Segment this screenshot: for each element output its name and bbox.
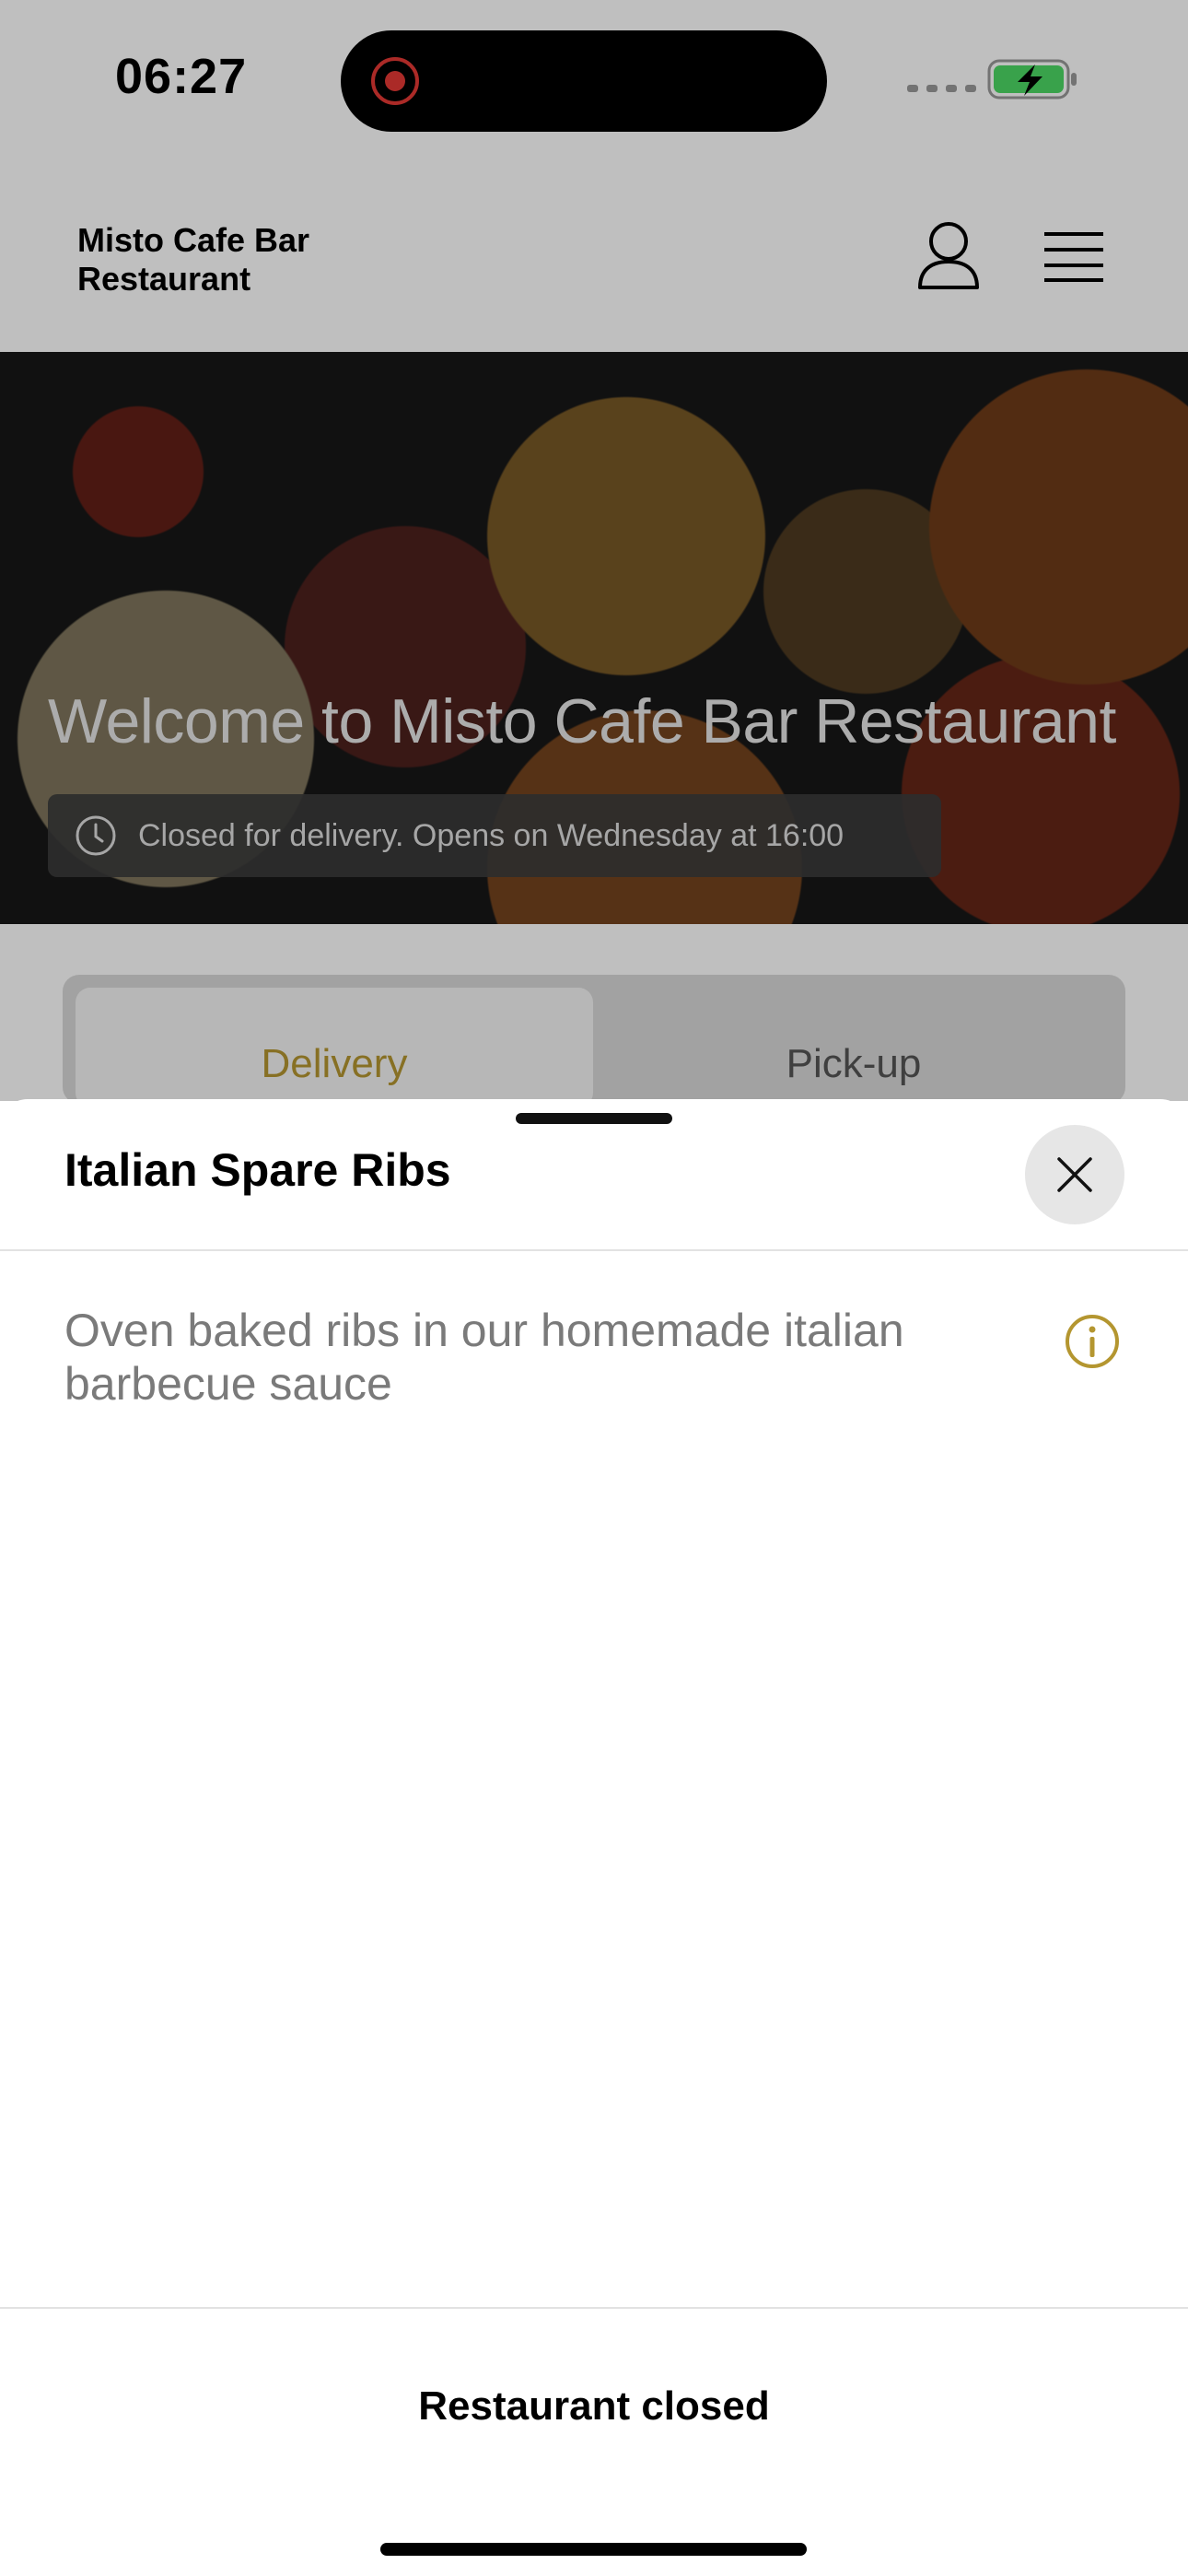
item-description: Oven baked ribs in our homemade italian … bbox=[64, 1305, 904, 1410]
restaurant-closed-label: Restaurant closed bbox=[418, 2383, 770, 2429]
close-icon bbox=[1057, 1157, 1092, 1192]
home-indicator[interactable] bbox=[380, 2543, 807, 2556]
info-icon[interactable] bbox=[1064, 1313, 1121, 1370]
item-detail-sheet: Italian Spare Ribs Oven baked ribs in ou… bbox=[0, 1099, 1188, 2576]
close-button[interactable] bbox=[1025, 1125, 1124, 1224]
sheet-divider bbox=[0, 1249, 1188, 1251]
footer-divider bbox=[0, 2307, 1188, 2309]
sheet-grabber[interactable] bbox=[516, 1113, 672, 1124]
item-title: Italian Spare Ribs bbox=[64, 1144, 451, 1196]
app-screen: 06:27 Misto Cafe Bar Restaurant Welcome … bbox=[0, 0, 1188, 2576]
modal-backdrop[interactable] bbox=[0, 0, 1188, 1101]
